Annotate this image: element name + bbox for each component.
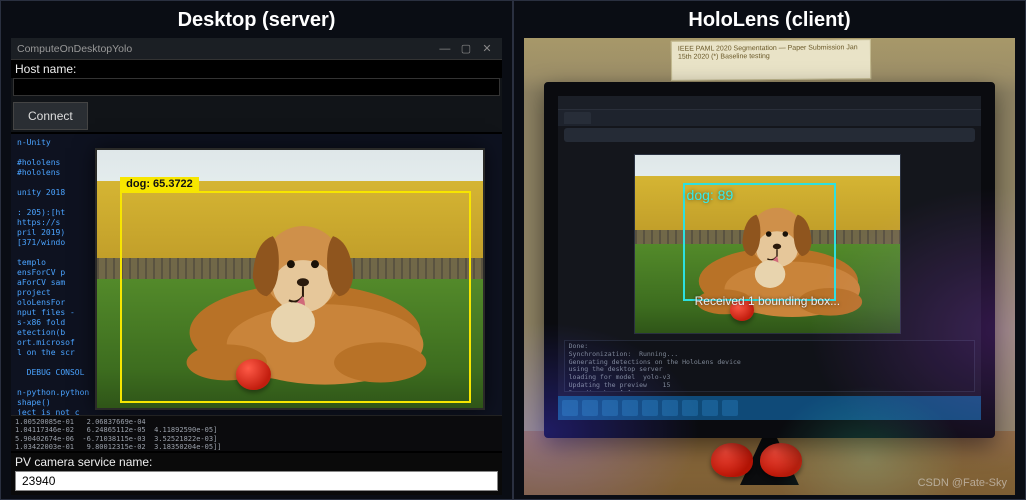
- red-object-2: [760, 443, 802, 477]
- ide-menubar: [558, 96, 982, 110]
- hololens-client-panel: HoloLens (client) IEEE PAML 2020 Segment…: [513, 0, 1026, 500]
- taskbar-icon[interactable]: [662, 400, 678, 416]
- window-controls: — ▢ ✕: [436, 42, 496, 55]
- monitor: dog: 89 Received 1 bounding box... Done:…: [544, 82, 996, 438]
- detection-label-client: dog: 89: [687, 187, 734, 203]
- client-terminal: Done: Synchronization: Running... Genera…: [564, 340, 976, 392]
- window-title: ComputeOnDesktopYolo: [17, 43, 132, 55]
- taskbar-icon[interactable]: [682, 400, 698, 416]
- wall-note: IEEE PAML 2020 Segmentation — Paper Subm…: [671, 39, 871, 81]
- watermark: CSDN @Fate-Sky: [918, 477, 1007, 489]
- host-name-input[interactable]: [13, 78, 500, 96]
- bounding-box-server: [120, 191, 471, 403]
- detection-preview: dog: 65.3722: [95, 148, 485, 410]
- app-window: ComputeOnDesktopYolo — ▢ ✕ Host name: Co…: [11, 38, 502, 132]
- taskbar-icon[interactable]: [642, 400, 658, 416]
- panel-title-right: HoloLens (client): [514, 1, 1025, 38]
- windows-taskbar: [558, 396, 982, 420]
- maximize-icon[interactable]: ▢: [457, 42, 475, 55]
- taskbar-icon[interactable]: [582, 400, 598, 416]
- taskbar-icon[interactable]: [602, 400, 618, 416]
- red-object-1: [711, 443, 753, 477]
- connect-button[interactable]: Connect: [13, 102, 88, 130]
- dog-scene-client: dog: 89 Received 1 bounding box...: [635, 155, 900, 333]
- client-preview: dog: 89 Received 1 bounding box...: [634, 154, 901, 334]
- monitor-screen: dog: 89 Received 1 bounding box... Done:…: [558, 96, 982, 420]
- start-icon[interactable]: [562, 400, 578, 416]
- address-bar[interactable]: [564, 128, 976, 142]
- terminal-output: 1.00520085e-01 2.06837669e-04 1.04117346…: [11, 415, 502, 451]
- hololens-photo: IEEE PAML 2020 Segmentation — Paper Subm…: [524, 38, 1015, 495]
- status-text: Received 1 bounding box...: [635, 294, 900, 308]
- taskbar-icon[interactable]: [722, 400, 738, 416]
- comparison-container: Desktop (server) ComputeOnDesktopYolo — …: [0, 0, 1026, 500]
- browser-tabbar: [558, 110, 982, 126]
- taskbar-icon[interactable]: [702, 400, 718, 416]
- close-icon[interactable]: ✕: [478, 42, 496, 55]
- desktop-server-panel: Desktop (server) ComputeOnDesktopYolo — …: [0, 0, 513, 500]
- host-name-label: Host name:: [11, 60, 502, 78]
- pv-input[interactable]: 23940: [15, 471, 498, 491]
- taskbar-icon[interactable]: [622, 400, 638, 416]
- dog-scene: dog: 65.3722: [97, 150, 483, 408]
- detection-label-server: dog: 65.3722: [120, 177, 199, 191]
- pv-label: PV camera service name:: [15, 455, 498, 469]
- minimize-icon[interactable]: —: [436, 43, 454, 55]
- panel-title-left: Desktop (server): [1, 1, 512, 38]
- browser-tab[interactable]: [564, 112, 591, 124]
- pv-form: PV camera service name: 23940: [11, 453, 502, 495]
- window-titlebar: ComputeOnDesktopYolo — ▢ ✕: [11, 38, 502, 60]
- desktop-screenshot: ComputeOnDesktopYolo — ▢ ✕ Host name: Co…: [11, 38, 502, 495]
